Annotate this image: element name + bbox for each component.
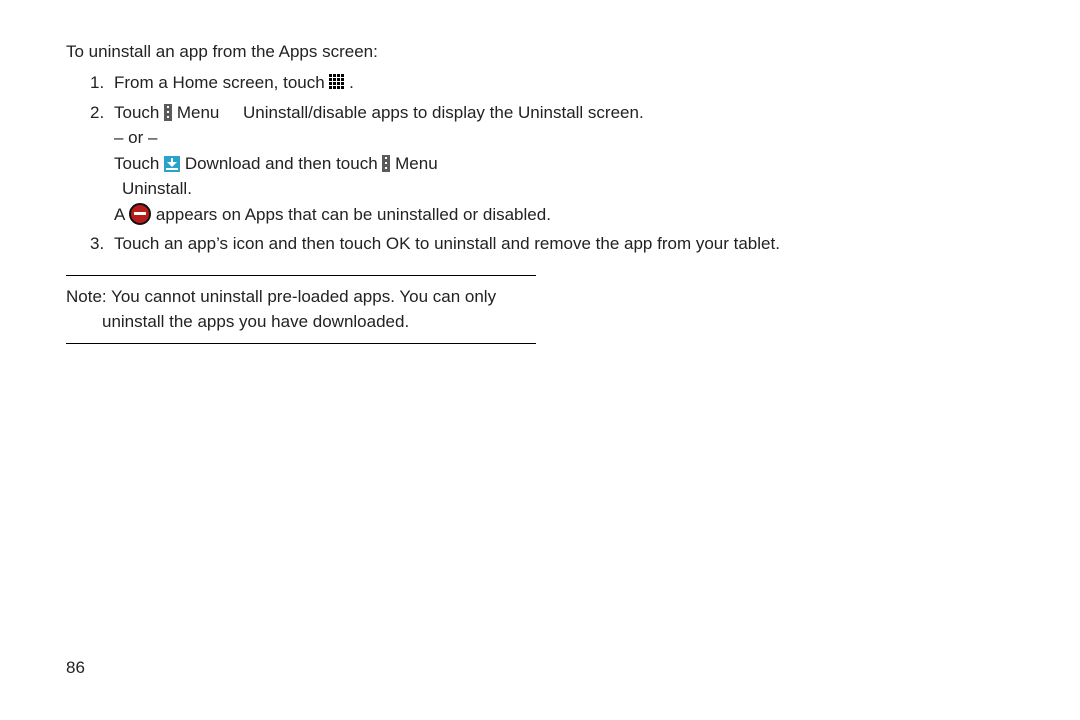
- step-1: From a Home screen, touch .: [66, 70, 1030, 96]
- step-3-text: Touch an app’s icon and then touch OK to…: [114, 234, 780, 253]
- step-2-e-b: appears on Apps that can be uninstalled …: [156, 205, 551, 224]
- step-2-text-c: Touch: [114, 154, 164, 173]
- step-1-text-b: .: [349, 73, 354, 92]
- manual-page: To uninstall an app from the Apps screen…: [0, 0, 1080, 720]
- note-cont: uninstall the apps you have downloaded.: [66, 309, 536, 335]
- divider-bottom: [66, 343, 536, 344]
- apps-grid-icon: [329, 74, 344, 89]
- step-2-text-a: Touch: [114, 103, 164, 122]
- step-2-menu2: Menu: [395, 154, 438, 173]
- overflow-menu-icon: [382, 155, 390, 172]
- step-3: Touch an app’s icon and then touch OK to…: [66, 231, 1030, 257]
- step-list: From a Home screen, touch . Touch Menu U…: [66, 70, 1030, 257]
- note-block: Note: You cannot uninstall pre-loaded ap…: [66, 275, 536, 344]
- note-label: Note:: [66, 287, 107, 306]
- intro-text: To uninstall an app from the Apps screen…: [66, 42, 1030, 62]
- step-2-menu: Menu: [177, 103, 220, 122]
- download-icon: [164, 156, 180, 172]
- step-2-uninstall-apps: Uninstall/disable apps: [243, 103, 408, 122]
- remove-badge-icon: [129, 203, 151, 225]
- step-2: Touch Menu Uninstall/disable apps to dis…: [66, 100, 1030, 228]
- note-body: You cannot uninstall pre-loaded apps. Yo…: [111, 287, 496, 306]
- step-2-download: Download: [185, 154, 261, 173]
- overflow-menu-icon: [164, 104, 172, 121]
- step-2-e-a: A: [114, 205, 129, 224]
- step-2-text-d: and then touch: [265, 154, 382, 173]
- step-2-or: – or –: [114, 125, 1030, 151]
- step-2-text-b: to display the Uninstall screen.: [413, 103, 644, 122]
- step-2-uninstall-line: Uninstall.: [114, 176, 192, 202]
- step-1-text-a: From a Home screen, touch: [114, 73, 329, 92]
- page-number: 86: [66, 658, 85, 678]
